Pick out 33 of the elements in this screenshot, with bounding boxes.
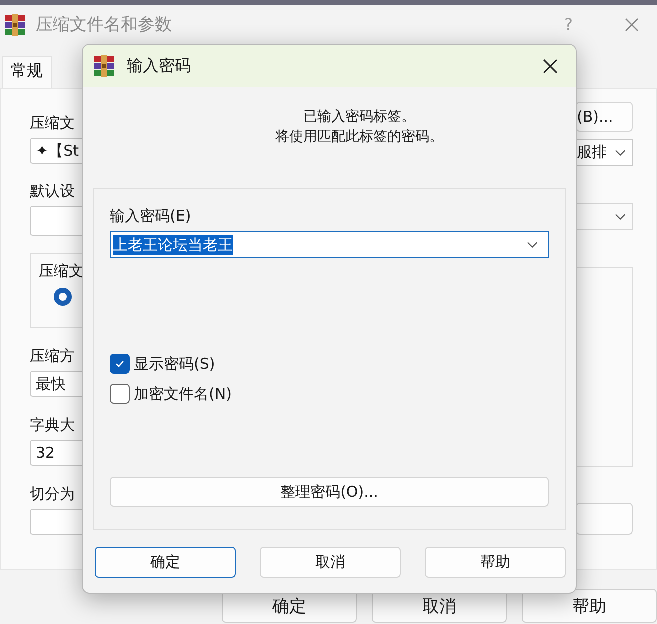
- dialog-button[interactable]: 帮助: [425, 547, 566, 578]
- radio-button[interactable]: [54, 288, 72, 306]
- checkbox-label[interactable]: 加密文件名(N): [134, 383, 232, 405]
- close-icon[interactable]: [543, 58, 558, 74]
- message-text: 已输入密码标签。: [304, 108, 416, 127]
- chevron-down-icon: [527, 240, 538, 248]
- tab[interactable]: 常规: [2, 56, 52, 88]
- text-field[interactable]: [576, 503, 633, 535]
- group-label: 压缩文: [39, 262, 84, 280]
- checkbox[interactable]: [110, 384, 130, 404]
- dialog-button[interactable]: 取消: [260, 547, 401, 578]
- checkbox[interactable]: [110, 354, 130, 374]
- chevron-down-icon: [615, 212, 626, 220]
- window-title: 压缩文件名和参数: [36, 14, 173, 36]
- field-label: 字典大: [30, 415, 76, 435]
- field-label: 压缩文: [30, 113, 76, 133]
- dialog-title: 输入密码: [127, 56, 192, 76]
- field-label: 切分为: [30, 484, 76, 504]
- dialog-button[interactable]: 确定: [95, 547, 236, 578]
- organize-passwords-button[interactable]: 整理密码(O)...: [110, 477, 549, 507]
- dialog-button[interactable]: 帮助: [522, 589, 657, 623]
- options-dropdown[interactable]: [576, 203, 633, 230]
- chevron-down-icon: [615, 148, 626, 156]
- message-text: 将使用匹配此标签的密码。: [276, 128, 444, 147]
- checkbox-label[interactable]: 显示密码(S): [134, 353, 216, 375]
- archive-icon: [4, 14, 26, 36]
- browse-button[interactable]: (B)...: [576, 102, 633, 132]
- field-label: 默认设: [30, 181, 76, 201]
- password-combobox[interactable]: 上老王论坛当老王: [110, 231, 549, 258]
- field-label: 压缩方: [30, 346, 76, 366]
- update-mode-dropdown[interactable]: 服排: [576, 139, 633, 166]
- field-label: 输入密码(E): [110, 206, 192, 226]
- archive-icon: [93, 55, 115, 77]
